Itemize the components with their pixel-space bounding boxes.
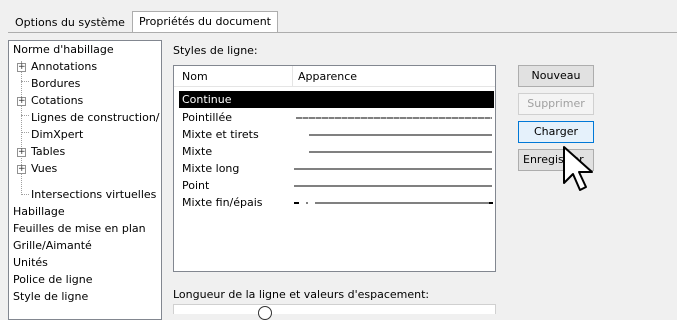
tree-item-label: Cotations — [31, 94, 84, 107]
line-preview-point — [294, 185, 492, 187]
line-style-row[interactable]: Mixte — [179, 143, 494, 160]
tree-item-annotations[interactable]: Annotations — [31, 59, 97, 74]
spacing-values-box[interactable] — [173, 304, 496, 314]
tree-item-line-style[interactable]: Style de ligne — [13, 289, 88, 304]
line-preview-dotted — [296, 117, 492, 119]
tree-connector — [21, 115, 29, 116]
tree-item-dimensions[interactable]: Cotations — [31, 93, 83, 108]
tree-item-drawing-sheets[interactable]: Feuilles de mise en plan — [13, 221, 146, 236]
tree-connector — [21, 132, 29, 133]
line-style-name: Pointillée — [182, 111, 233, 124]
line-preview-dash-dot — [309, 134, 492, 136]
tree-item-label: Habillage — [13, 205, 65, 218]
line-style-name: Mixte fin/épais — [182, 196, 263, 209]
tree-item-detailing[interactable]: Habillage — [13, 204, 65, 219]
expand-plus-icon[interactable]: + — [17, 165, 26, 174]
list-header: Nom Apparence — [174, 66, 495, 87]
column-separator[interactable] — [292, 66, 293, 87]
tree-item-label: Intersections virtuelles — [31, 188, 157, 201]
spacing-radio[interactable] — [258, 306, 272, 320]
line-preview-chain-thick — [294, 202, 493, 204]
tree-item-grid-snap[interactable]: Grille/Aimanté — [13, 238, 92, 253]
delete-button[interactable]: Supprimer — [518, 93, 594, 115]
tree-item-label: Vues — [31, 162, 58, 175]
tree-item-dimxpert[interactable]: DimXpert — [31, 127, 83, 142]
line-style-row[interactable]: Mixte long — [179, 160, 494, 177]
spacing-values-label: Longueur de la ligne et valeurs d'espace… — [173, 288, 430, 301]
mouse-cursor-icon — [563, 146, 593, 191]
line-style-name: Mixte — [182, 145, 213, 158]
tree-item-views[interactable]: Vues — [31, 161, 57, 176]
line-style-name: Point — [182, 179, 210, 192]
tab-divider — [8, 32, 677, 33]
line-preview-long-dash — [294, 168, 492, 170]
load-button[interactable]: Charger — [518, 121, 594, 143]
line-style-name: Mixte long — [182, 162, 240, 175]
line-preview-center — [309, 151, 492, 153]
column-header-name[interactable]: Nom — [182, 70, 208, 83]
tree-item-virtual-sharps[interactable]: Intersections virtuelles — [31, 187, 156, 202]
line-styles-list[interactable]: Nom Apparence Continue Pointillée Mixte … — [173, 65, 496, 272]
tree-item-label: Police de ligne — [13, 273, 93, 286]
tree-connector — [21, 194, 29, 195]
tree-item-label: Style de ligne — [13, 290, 89, 303]
tree-item-label: Unités — [13, 256, 48, 269]
line-style-name: Continue — [182, 93, 232, 106]
tree-item-drafting-standard[interactable]: Norme d'habillage — [13, 42, 114, 57]
tree-item-label: Grille/Aimanté — [13, 239, 92, 252]
expand-plus-icon[interactable]: + — [17, 148, 26, 157]
tree-item-label: Norme d'habillage — [13, 43, 114, 56]
line-style-row[interactable]: Point — [179, 177, 494, 194]
new-button[interactable]: Nouveau — [518, 65, 594, 87]
options-tree[interactable]: Norme d'habillage + Annotations Bordures… — [8, 40, 162, 320]
line-style-name: Mixte et tirets — [182, 128, 259, 141]
line-style-row[interactable]: Pointillée — [179, 109, 494, 126]
tree-item-borders[interactable]: Bordures — [31, 76, 80, 91]
expand-plus-icon[interactable]: + — [17, 97, 26, 106]
line-style-row[interactable]: Continue — [179, 91, 494, 108]
tab-document-properties[interactable]: Propriétés du document — [131, 11, 278, 33]
tree-item-label: Feuilles de mise en plan — [13, 222, 146, 235]
expand-plus-icon[interactable]: + — [17, 63, 26, 72]
line-style-row[interactable]: Mixte fin/épais — [179, 194, 494, 211]
line-style-row[interactable]: Mixte et tirets — [179, 126, 494, 143]
line-styles-label: Styles de ligne: — [173, 44, 258, 57]
tree-item-line-font[interactable]: Police de ligne — [13, 272, 92, 287]
tab-strip: Options du système Propriétés du documen… — [8, 11, 278, 33]
tab-system-options[interactable]: Options du système — [8, 13, 132, 32]
tree-item-label: Tables — [31, 145, 66, 158]
tree-item-units[interactable]: Unités — [13, 255, 48, 270]
tree-item-label: Lignes de construction/ — [31, 111, 160, 124]
tree-item-label: DimXpert — [31, 128, 84, 141]
tree-connector — [21, 81, 29, 82]
column-header-appearance[interactable]: Apparence — [298, 70, 357, 83]
line-preview-continuous — [294, 99, 492, 101]
tree-item-label: Bordures — [31, 77, 81, 90]
tree-item-tables[interactable]: Tables — [31, 144, 65, 159]
tree-item-construction-lines[interactable]: Lignes de construction/ — [31, 110, 160, 125]
tree-item-label: Annotations — [31, 60, 98, 73]
